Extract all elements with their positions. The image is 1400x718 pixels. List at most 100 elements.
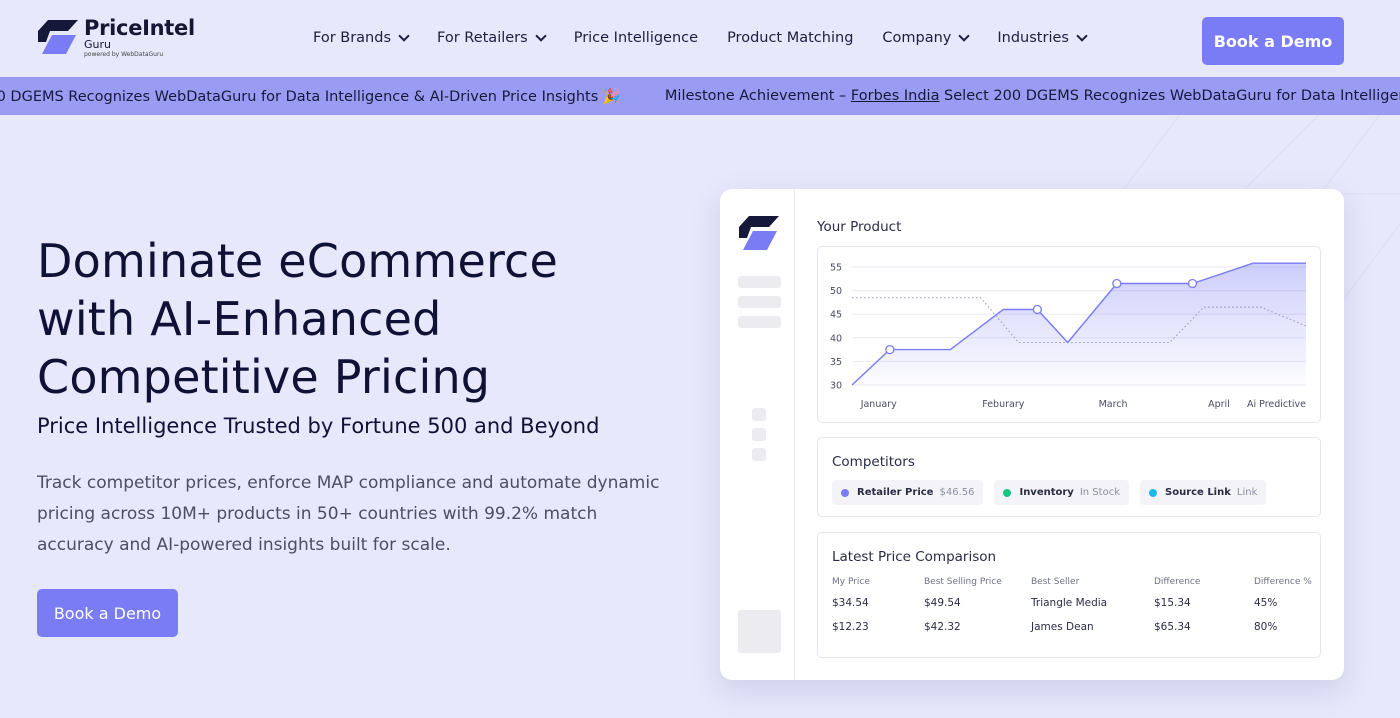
column-header: Difference <box>1154 577 1201 587</box>
competitors-panel: Competitors Retailer Price $46.56 Invent… <box>817 437 1321 517</box>
nav-item-industries[interactable]: Industries <box>997 29 1088 46</box>
y-tick-label: 40 <box>830 333 842 344</box>
sidebar-placeholder-bar <box>738 276 781 288</box>
price-comparison-panel: Latest Price Comparison My Price Best Se… <box>817 532 1321 658</box>
table-cell: James Dean <box>1031 621 1094 633</box>
announcement-ticker: elect 200 DGEMS Recognizes WebDataGuru f… <box>0 77 1400 115</box>
x-tick-label: Feburary <box>982 399 1024 410</box>
status-dot <box>1003 488 1012 497</box>
dashboard-preview-card: Your Product 30 35 40 45 50 55 January Feburary… <box>720 189 1344 680</box>
column-header: Difference % <box>1254 577 1312 587</box>
nav-label: Industries <box>997 30 1069 46</box>
ticker-link-forbes-india[interactable]: Forbes India <box>851 88 940 104</box>
competitors-title: Competitors <box>832 454 915 470</box>
sidebar-placeholder-dot <box>752 408 766 421</box>
hero-title-line: with AI-Enhanced <box>37 292 442 346</box>
y-tick-label: 35 <box>830 357 842 368</box>
brand-logo[interactable]: PriceIntel Guru powered by WebDataGuru <box>38 18 195 58</box>
ticker-prefix: Milestone Achievement – <box>664 88 851 104</box>
chevron-down-icon <box>958 29 971 42</box>
nav-label: Product Matching <box>727 30 854 46</box>
sidebar-placeholder-block <box>738 610 781 653</box>
price-chart-panel: 30 35 40 45 50 55 January Feburary March April Ai … <box>817 246 1321 423</box>
hero-book-demo-button[interactable]: Book a Demo <box>37 589 178 637</box>
chip-value: Link <box>1236 487 1258 498</box>
hero-subtitle: Price Intelligence Trusted by Fortune 50… <box>37 414 600 438</box>
chevron-down-icon <box>535 29 547 42</box>
ticker-message: Milestone Achievement – Forbes India Sel… <box>665 88 1400 104</box>
data-point-marker <box>1032 304 1043 315</box>
nav-label: For Retailers <box>437 30 528 46</box>
x-tick-label: January <box>860 399 897 410</box>
hero-description: Track competitor prices, enforce MAP com… <box>37 473 660 555</box>
x-tick-label: April <box>1208 399 1230 410</box>
data-point-marker <box>885 344 895 355</box>
nav-label: Price Intelligence <box>573 30 699 46</box>
chip-retailer-price: Retailer Price $46.56 <box>832 480 984 505</box>
nav-item-for-retailers[interactable]: For Retailers <box>437 29 547 46</box>
hero-title: Dominate eCommerce with AI-Enhanced Comp… <box>37 232 677 406</box>
table-cell: 45% <box>1254 597 1278 609</box>
chip-label: Retailer Price <box>857 487 934 498</box>
dashboard-logo-icon <box>739 216 779 250</box>
chip-source-link[interactable]: Source Link Link <box>1140 480 1267 505</box>
chevron-down-icon <box>1076 29 1088 42</box>
chart-title: Your Product <box>817 219 902 235</box>
chevron-down-icon <box>398 29 410 42</box>
table-cell: $34.54 <box>832 597 869 609</box>
sidebar-placeholder-bar <box>738 316 781 328</box>
table-cell: $12.23 <box>832 621 869 633</box>
y-tick-label: 50 <box>830 286 842 297</box>
column-header: Best Seller <box>1031 577 1080 587</box>
header-book-demo-button[interactable]: Book a Demo <box>1202 17 1344 65</box>
main-nav: For Brands For Retailers Price Intellige… <box>313 29 1115 46</box>
hero-title-line: Competitive Pricing <box>37 350 491 404</box>
chip-inventory: Inventory In Stock <box>994 480 1129 505</box>
table-row: $34.54 $49.54 Triangle Media $15.34 45% <box>832 597 1312 621</box>
status-dot <box>1149 488 1157 497</box>
table-cell: $42.32 <box>924 621 961 633</box>
sidebar-placeholder-dot <box>752 428 766 441</box>
competitor-chips: Retailer Price $46.56 Inventory In Stock… <box>832 480 1277 505</box>
sidebar-placeholder-bar <box>738 296 781 308</box>
y-tick-label: 55 <box>830 263 842 274</box>
chip-label: Source Link <box>1165 487 1231 498</box>
sidebar-placeholder-dot <box>752 448 766 461</box>
nav-item-company[interactable]: Company <box>882 29 971 46</box>
price-line-chart: 30 35 40 45 50 55 January Feburary March April Ai … <box>830 262 1307 410</box>
ticker-track: elect 200 DGEMS Recognizes WebDataGuru f… <box>0 77 1400 115</box>
table-cell: Triangle Media <box>1031 597 1108 609</box>
status-dot <box>841 488 849 497</box>
chip-value: In Stock <box>1079 487 1120 498</box>
ticker-message-partial: elect 200 DGEMS Recognizes WebDataGuru f… <box>0 88 621 105</box>
nav-item-price-intelligence[interactable]: Price Intelligence <box>574 30 698 46</box>
price-comparison-table: My Price Best Selling Price Best Seller … <box>832 577 1312 645</box>
nav-item-product-matching[interactable]: Product Matching <box>727 30 853 46</box>
site-header: PriceIntel Guru powered by WebDataGuru F… <box>0 0 1400 77</box>
column-header: Best Selling Price <box>924 577 1002 587</box>
ticker-suffix: Select 200 DGEMS Recognizes WebDataGuru … <box>939 88 1400 104</box>
table-cell: $49.54 <box>924 597 961 609</box>
table-row: $12.23 $42.32 James Dean $65.34 80% <box>832 621 1312 645</box>
chip-value: $46.56 <box>939 487 975 498</box>
data-point-marker <box>1187 278 1198 289</box>
table-cell: 80% <box>1254 621 1278 633</box>
dashboard-sidebar <box>720 189 795 680</box>
x-tick-label: March <box>1099 399 1128 410</box>
hero-title-line: Dominate eCommerce <box>37 234 559 288</box>
brand-sub: Guru <box>84 38 111 51</box>
brand-logo-mark-icon <box>38 20 78 54</box>
nav-label: Company <box>882 30 952 46</box>
x-tick-label: Ai Predictive <box>1247 399 1306 410</box>
nav-item-for-brands[interactable]: For Brands <box>313 29 410 46</box>
brand-name: PriceIntel <box>84 16 195 40</box>
table-header-row: My Price Best Selling Price Best Seller … <box>832 577 1312 597</box>
nav-label: For Brands <box>313 30 392 46</box>
price-comparison-title: Latest Price Comparison <box>832 549 997 565</box>
series-area <box>852 263 1306 385</box>
brand-powered-by: powered by WebDataGuru <box>84 51 164 58</box>
column-header: My Price <box>832 577 870 587</box>
table-cell: $15.34 <box>1154 597 1191 609</box>
data-point-marker <box>1112 278 1122 289</box>
chip-label: Inventory <box>1019 487 1074 498</box>
